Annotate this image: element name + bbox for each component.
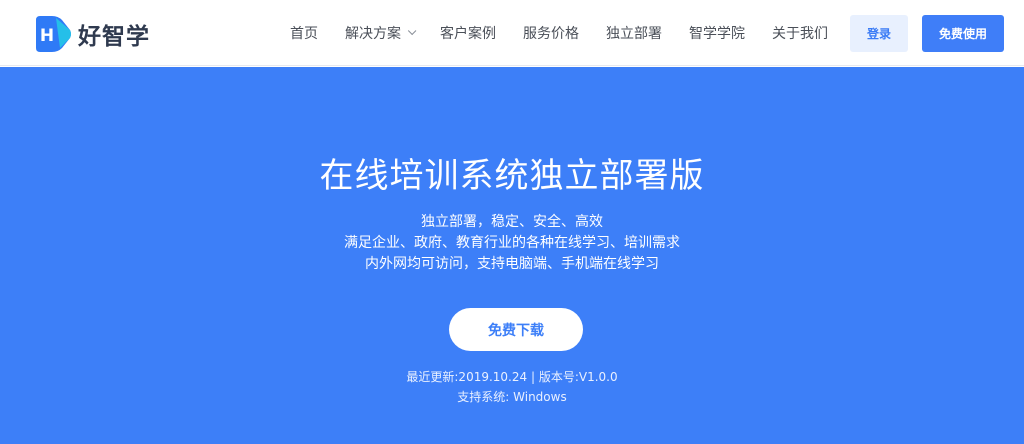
- login-button[interactable]: 登录: [850, 15, 908, 52]
- hero-banner: 在线培训系统独立部署版 独立部署，稳定、安全、高效 满足企业、政府、教育行业的各…: [0, 67, 1024, 444]
- nav-item-pricing[interactable]: 服务价格: [523, 23, 579, 43]
- hero-line: 内外网均可访问，支持电脑端、手机端在线学习: [365, 256, 659, 272]
- nav-item-label: 智学学院: [689, 26, 745, 42]
- hero-title: 在线培训系统独立部署版: [319, 156, 705, 196]
- free-use-button[interactable]: 免费使用: [922, 15, 1004, 52]
- brand-logo[interactable]: H 好智学: [30, 16, 150, 52]
- hero-line: 满足企业、政府、教育行业的各种在线学习、培训需求: [344, 235, 680, 251]
- nav-item-solutions[interactable]: 解决方案: [345, 23, 417, 43]
- nav-item-about[interactable]: 关于我们: [772, 23, 828, 43]
- brand-logo-icon: H: [30, 16, 72, 52]
- nav-item-label: 解决方案: [345, 26, 401, 42]
- top-navbar: H 好智学 首页 解决方案 客户案例 服务价格 独立部署 智学学院 关于我们 登…: [0, 0, 1024, 66]
- system-info: 支持系统: Windows: [457, 390, 567, 404]
- nav-item-home[interactable]: 首页: [290, 23, 318, 43]
- nav-item-label: 关于我们: [772, 26, 828, 42]
- nav-item-cases[interactable]: 客户案例: [440, 23, 496, 43]
- brand-name: 好智学: [78, 24, 150, 50]
- nav-item-academy[interactable]: 智学学院: [689, 23, 745, 43]
- logo-letter: H: [40, 26, 54, 46]
- nav-item-deployment[interactable]: 独立部署: [606, 23, 662, 43]
- update-info: 最近更新:2019.10.24 | 版本号:V1.0.0: [406, 370, 618, 384]
- nav-item-label: 首页: [290, 26, 318, 42]
- main-nav: 首页 解决方案 客户案例 服务价格 独立部署 智学学院 关于我们: [290, 0, 855, 66]
- nav-item-label: 客户案例: [440, 26, 496, 42]
- version-info: 最近更新:2019.10.24 | 版本号:V1.0.0 支持系统: Windo…: [0, 367, 1024, 407]
- download-button[interactable]: 免费下载: [449, 308, 583, 351]
- nav-item-label: 服务价格: [523, 26, 579, 42]
- chevron-down-icon: [407, 26, 417, 36]
- nav-item-label: 独立部署: [606, 26, 662, 42]
- hero-description: 独立部署，稳定、安全、高效 满足企业、政府、教育行业的各种在线学习、培训需求 内…: [0, 212, 1024, 275]
- hero-line: 独立部署，稳定、安全、高效: [421, 214, 603, 230]
